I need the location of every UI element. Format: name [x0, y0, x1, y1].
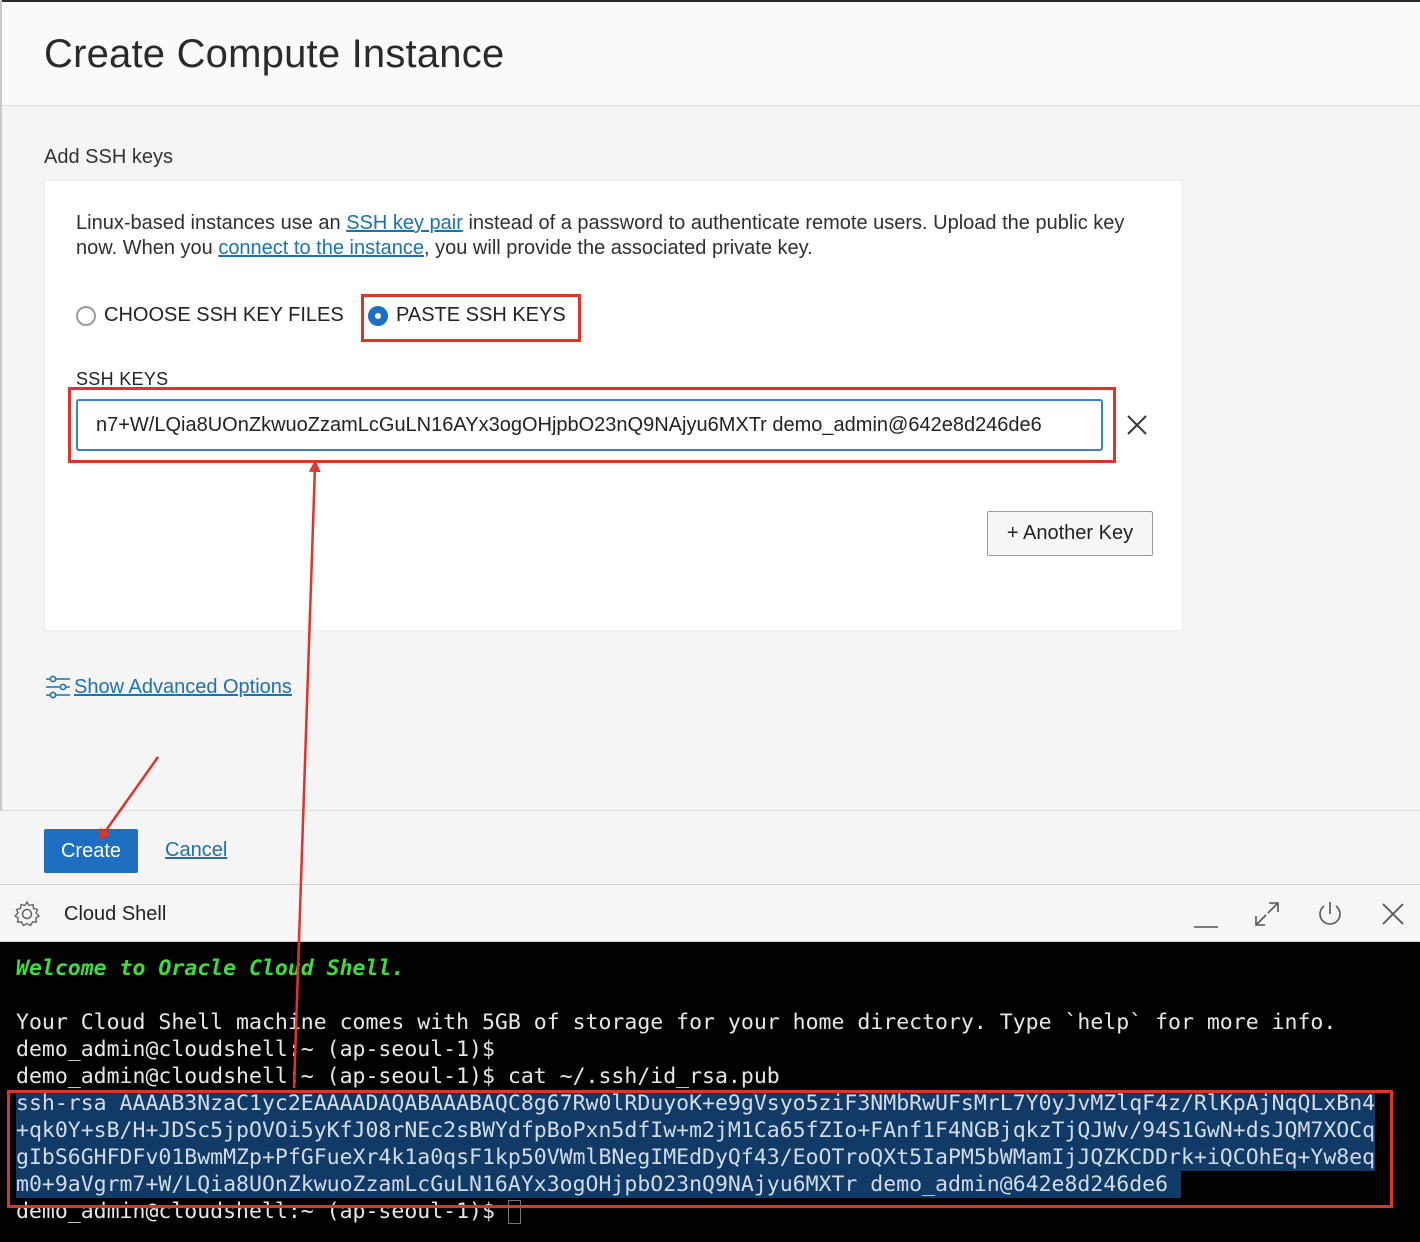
show-advanced-options[interactable]: Show Advanced Options: [44, 673, 292, 701]
create-button[interactable]: Create: [44, 829, 138, 873]
form-footer: Create Cancel: [0, 810, 1420, 884]
annotation-highlight-terminal-key: [7, 1090, 1393, 1208]
terminal-welcome: Welcome to Oracle Cloud Shell.: [16, 956, 405, 981]
close-icon[interactable]: [1125, 413, 1149, 437]
window-left-border: [0, 0, 2, 884]
another-key-button[interactable]: + Another Key: [987, 511, 1153, 556]
radio-choose-label: CHOOSE SSH KEY FILES: [104, 304, 344, 326]
ssh-key-pair-link[interactable]: SSH key pair: [346, 212, 463, 234]
cancel-link[interactable]: Cancel: [165, 839, 227, 862]
restart-icon[interactable]: [1316, 900, 1344, 928]
sliders-icon: [46, 675, 70, 699]
minimize-icon[interactable]: [1192, 903, 1220, 931]
radio-unchecked-icon[interactable]: [76, 305, 96, 326]
page-title: Create Compute Instance: [44, 32, 505, 76]
desc-text-1: Linux-based instances use an: [76, 212, 347, 234]
close-icon[interactable]: [1380, 901, 1406, 927]
show-advanced-options-link[interactable]: Show Advanced Options: [74, 676, 292, 699]
ssh-description: Linux-based instances use an SSH key pai…: [76, 211, 1166, 261]
section-label-ssh: Add SSH keys: [44, 146, 173, 168]
page-header: Create Compute Instance: [2, 2, 1420, 106]
radio-choose-ssh-key-files[interactable]: CHOOSE SSH KEY FILES: [76, 304, 344, 327]
terminal-command: demo_admin@cloudshell:~ (ap-seoul-1)$ ca…: [16, 1064, 780, 1089]
ssh-keys-card: Linux-based instances use an SSH key pai…: [44, 180, 1183, 631]
terminal-prompt: demo_admin@cloudshell:~ (ap-seoul-1)$: [16, 1037, 495, 1062]
expand-icon[interactable]: [1253, 900, 1281, 928]
gear-icon[interactable]: [12, 899, 42, 929]
cloud-shell-titlebar: Cloud Shell: [0, 884, 1420, 942]
desc-text-3: , you will provide the associated privat…: [424, 237, 813, 259]
connect-instance-link[interactable]: connect to the instance: [218, 237, 424, 259]
cloud-shell-title: Cloud Shell: [64, 903, 167, 925]
annotation-highlight-key-input: [68, 387, 1116, 463]
terminal-info: Your Cloud Shell machine comes with 5GB …: [16, 1010, 1337, 1035]
annotation-highlight-paste-option: [361, 294, 581, 342]
